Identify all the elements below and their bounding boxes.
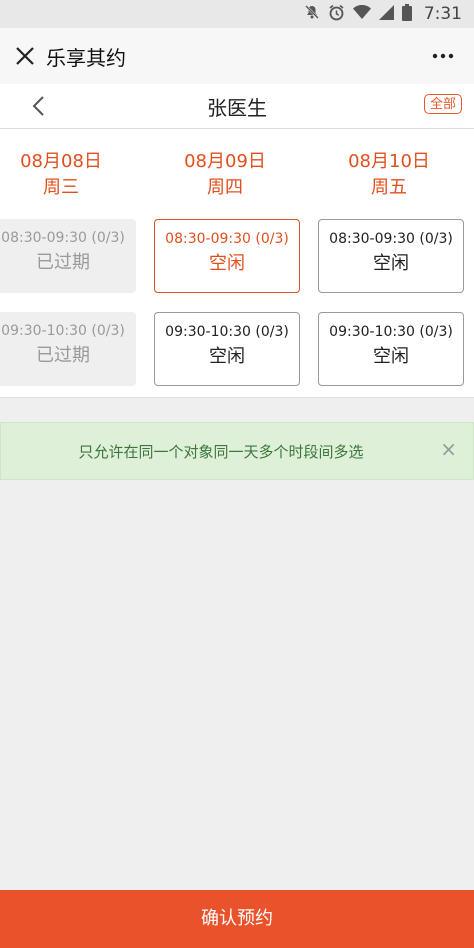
doctor-header: 张医生 全部 (0, 84, 474, 129)
day-weekday: 周五 (371, 177, 407, 198)
close-button[interactable] (10, 41, 40, 71)
doctor-name: 张医生 (207, 96, 267, 120)
day-date: 08月09日 (184, 151, 266, 172)
notice-banner: 只允许在同一个对象同一天多个时段间多选 × (0, 422, 474, 480)
slot-status: 空闲 (373, 346, 409, 367)
schedule-grid: 08月08日 周三 08月09日 周四 08月10日 周五 08:30-09:3… (0, 129, 474, 398)
slot-status: 已过期 (36, 345, 90, 366)
day-date: 08月10日 (348, 151, 430, 172)
slot-status: 已过期 (36, 252, 90, 273)
time-slot[interactable]: 08:30-09:30 (0/3) 空闲 (154, 219, 300, 293)
time-slot[interactable]: 08:30-09:30 (0/3) 已过期 (0, 219, 136, 293)
notice-text: 只允许在同一个对象同一天多个时段间多选 (78, 443, 364, 461)
time-slot[interactable]: 09:30-10:30 (0/3) 空闲 (154, 312, 300, 386)
signal-icon (378, 4, 394, 24)
time-slot[interactable]: 09:30-10:30 (0/3) 已过期 (0, 312, 136, 386)
slot-time: 08:30-09:30 (0/3) (1, 230, 125, 246)
slot-status: 空闲 (209, 253, 245, 274)
wifi-icon (352, 4, 371, 24)
slot-time: 09:30-10:30 (0/3) (329, 324, 453, 340)
slot-time: 09:30-10:30 (0/3) (1, 323, 125, 339)
day-header[interactable]: 08月10日 周五 (314, 149, 464, 201)
confirm-booking-button[interactable]: 确认预约 (0, 890, 474, 948)
slot-status: 空闲 (373, 253, 409, 274)
more-options-button[interactable] (426, 41, 460, 71)
close-icon (16, 47, 34, 65)
app-title: 乐享其约 (46, 46, 126, 70)
day-header[interactable]: 08月08日 周三 (0, 149, 136, 201)
notice-close-button[interactable]: × (440, 437, 457, 461)
mute-icon (304, 4, 320, 24)
day-date: 08月08日 (20, 151, 102, 172)
all-filter-button[interactable]: 全部 (424, 94, 462, 114)
status-icons: 7:31 (304, 0, 462, 28)
battery-icon (401, 3, 412, 25)
time-slot[interactable]: 08:30-09:30 (0/3) 空闲 (318, 219, 464, 293)
day-weekday: 周四 (207, 177, 243, 198)
app-bar: 乐享其约 (0, 28, 474, 84)
more-dots-icon (432, 53, 454, 59)
slot-time: 09:30-10:30 (0/3) (165, 324, 289, 340)
slot-status: 空闲 (209, 346, 245, 367)
slot-time: 08:30-09:30 (0/3) (165, 231, 289, 247)
status-time: 7:31 (423, 4, 462, 24)
alarm-icon (328, 4, 345, 25)
day-header[interactable]: 08月09日 周四 (150, 149, 300, 201)
status-bar: 7:31 (0, 0, 474, 28)
slot-time: 08:30-09:30 (0/3) (329, 231, 453, 247)
day-weekday: 周三 (43, 177, 79, 198)
time-slot[interactable]: 09:30-10:30 (0/3) 空闲 (318, 312, 464, 386)
